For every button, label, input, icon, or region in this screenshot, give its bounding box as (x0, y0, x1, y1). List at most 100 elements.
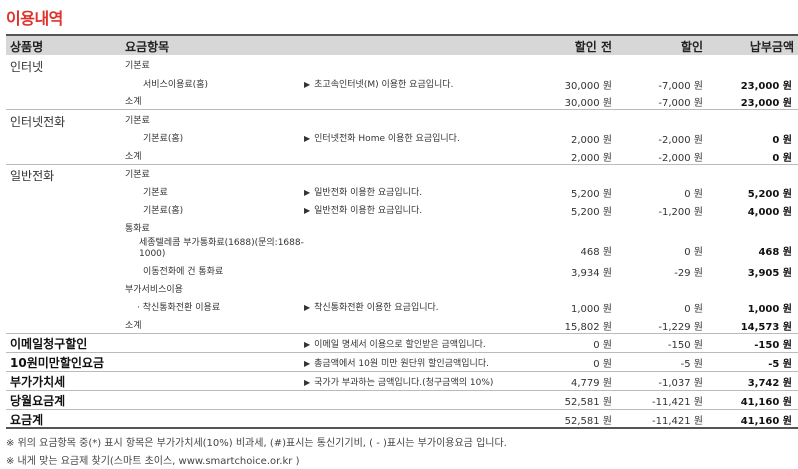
amount-payment: 0 원 (772, 153, 792, 164)
product-name: 요금계 (10, 413, 44, 427)
header-discount: 할인 (680, 40, 703, 54)
amount-before: 30,000 원 (564, 98, 612, 109)
item-description: ▶ 인터넷전화 Home 이용한 요금입니다. (304, 134, 460, 144)
amount-payment: 14,573 원 (740, 322, 792, 333)
amount-payment: -150 원 (754, 340, 792, 351)
product-name: 인터넷전화 (10, 115, 66, 129)
amount-payment: 468 원 (758, 247, 792, 258)
amount-before: 15,802 원 (564, 322, 612, 333)
amount-discount: 0 원 (684, 247, 703, 258)
amount-discount: -1,229 원 (658, 322, 703, 333)
item-description: ▶ 착신통화전환 이용한 요금입니다. (304, 303, 439, 313)
item-name: 소계 (125, 97, 142, 107)
amount-payment: 23,000 원 (740, 81, 792, 92)
table-bottom-border (6, 427, 798, 429)
amount-payment: -5 원 (768, 359, 792, 370)
item-name: 기본료(홈) (143, 134, 184, 144)
product-name: 10원미만할인요금 (10, 356, 104, 370)
amount-discount: 0 원 (684, 304, 703, 315)
product-name: 당월요금계 (10, 394, 66, 408)
product-name: 이메일청구할인 (10, 337, 88, 351)
footnote: ※ 위의 요금항목 중(*) 표시 항목은 부가가치세(10%) 비과세, (#… (6, 438, 507, 449)
amount-before: 0 원 (593, 340, 612, 351)
header-payment: 납부금액 (749, 40, 794, 54)
amount-before: 0 원 (593, 359, 612, 370)
amount-discount: -1,037 원 (658, 378, 703, 389)
item-name: 세종텔레콤 부가통화료(1688)(문의:1688-1000) (139, 238, 304, 259)
amount-before: 52,581 원 (564, 397, 612, 408)
arrow-icon: ▶ (304, 340, 311, 349)
product-name: 부가가치세 (10, 375, 66, 389)
amount-discount: 0 원 (684, 189, 703, 200)
item-description: ▶ 일반전화 이용한 요금입니다. (304, 188, 423, 198)
amount-before: 30,000 원 (564, 81, 612, 92)
page-title: 이용내역 (6, 9, 63, 28)
item-name: 기본료 (125, 170, 150, 180)
amount-discount: -29 원 (674, 268, 703, 279)
item-name: 기본료 (125, 116, 150, 126)
amount-before: 4,779 원 (570, 378, 612, 389)
amount-payment: 41,160 원 (740, 397, 792, 408)
product-name: 일반전화 (10, 169, 55, 183)
amount-discount: -1,200 원 (658, 207, 703, 218)
divider (6, 409, 798, 411)
amount-discount: -11,421 원 (652, 416, 703, 427)
amount-before: 3,934 원 (570, 268, 612, 279)
arrow-icon: ▶ (304, 134, 311, 143)
item-name: 이동전화에 건 통화료 (143, 267, 224, 277)
item-name: 소계 (125, 321, 142, 331)
header-item: 요금항목 (125, 40, 170, 54)
product-name: 인터넷 (10, 60, 44, 74)
item-name: 소계 (125, 152, 142, 162)
divider (6, 371, 798, 373)
item-name: 기본료 (143, 188, 168, 198)
footnote: ※ 내게 맞는 요금제 찾기(스마트 초이스, www.smartchoice.… (6, 456, 300, 467)
amount-before: 5,200 원 (570, 207, 612, 218)
item-description: ▶ 총금액에서 10원 미만 원단위 할인금액입니다. (304, 359, 489, 369)
arrow-icon: ▶ (304, 378, 311, 387)
amount-before: 468 원 (580, 247, 612, 258)
divider (6, 390, 798, 392)
amount-discount: -7,000 원 (658, 98, 703, 109)
amount-discount: -150 원 (667, 340, 703, 351)
amount-before: 2,000 원 (570, 153, 612, 164)
amount-discount: -2,000 원 (658, 153, 703, 164)
amount-discount: -2,000 원 (658, 135, 703, 146)
item-description: ▶ 일반전화 이용한 요금입니다. (304, 206, 423, 216)
divider (6, 164, 798, 166)
item-description: ▶ 국가가 부과하는 금액입니다.(청구금액의 10%) (304, 378, 494, 388)
header-product: 상품명 (10, 40, 44, 54)
item-name: 통화료 (125, 224, 150, 234)
amount-before: 52,581 원 (564, 416, 612, 427)
arrow-icon: ▶ (304, 206, 311, 215)
amount-payment: 3,905 원 (747, 268, 792, 279)
divider (6, 333, 798, 335)
amount-discount: -5 원 (680, 359, 703, 370)
amount-payment: 5,200 원 (747, 189, 792, 200)
amount-payment: 0 원 (772, 135, 792, 146)
item-name: 부가서비스이용 (125, 285, 183, 295)
item-name: 기본료(홈) (143, 206, 184, 216)
item-name: 기본료 (125, 61, 150, 71)
arrow-icon: ▶ (304, 303, 311, 312)
amount-payment: 4,000 원 (747, 207, 792, 218)
table-header: 상품명 요금항목 할인 전 할인 납부금액 (6, 34, 798, 55)
divider (6, 109, 798, 111)
divider (6, 352, 798, 354)
amount-payment: 1,000 원 (747, 304, 792, 315)
amount-payment: 23,000 원 (740, 98, 792, 109)
amount-payment: 3,742 원 (747, 378, 792, 389)
arrow-icon: ▶ (304, 80, 311, 89)
item-description: ▶ 초고속인터넷(M) 이용한 요금입니다. (304, 80, 454, 90)
item-name: 서비스이용료(홈) (143, 80, 208, 90)
arrow-icon: ▶ (304, 188, 311, 197)
arrow-icon: ▶ (304, 359, 311, 368)
amount-before: 5,200 원 (570, 189, 612, 200)
header-before: 할인 전 (574, 40, 612, 54)
amount-discount: -11,421 원 (652, 397, 703, 408)
amount-discount: -7,000 원 (658, 81, 703, 92)
amount-before: 1,000 원 (570, 304, 612, 315)
item-description: ▶ 이메일 명세서 이용으로 할인받은 금액입니다. (304, 340, 486, 350)
amount-before: 2,000 원 (570, 135, 612, 146)
item-name: · 착신통화전환 이용료 (137, 303, 221, 313)
